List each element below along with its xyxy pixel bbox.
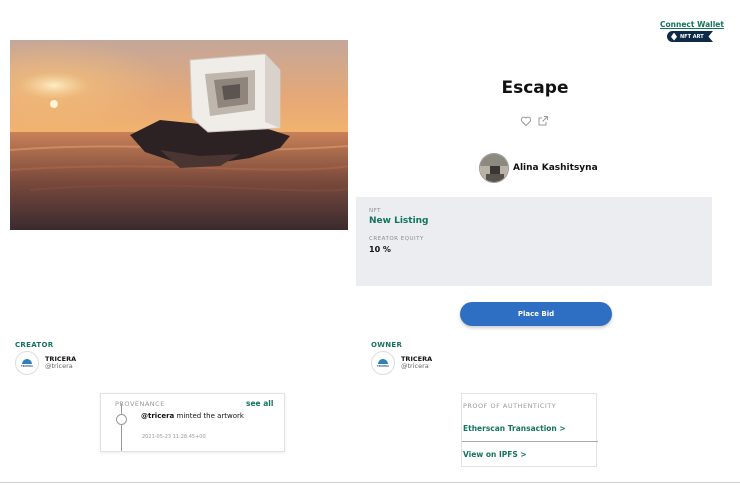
artist-avatar[interactable] <box>479 153 509 183</box>
heart-icon[interactable] <box>520 112 532 127</box>
owner-handle: @tricera <box>401 362 429 370</box>
creator-label: CREATOR <box>15 341 54 349</box>
connect-wallet-link[interactable]: Connect Wallet <box>660 20 724 29</box>
nft-art-badge-label: NFT ART <box>680 33 704 40</box>
artist-name[interactable]: Alina Kashitsyna <box>513 163 598 173</box>
creator-handle: @tricera <box>45 362 73 370</box>
owner-logo-text: TRICERA <box>377 364 389 368</box>
timeline-dot-icon <box>116 414 127 425</box>
nft-art-badge: NFT ART <box>667 31 713 42</box>
nft-label: NFT <box>369 208 382 214</box>
creator-profile[interactable]: TRICERA TRICERA @tricera <box>15 351 76 375</box>
creator-equity-value: 10 % <box>369 245 391 254</box>
creator-logo: TRICERA <box>15 351 39 375</box>
artwork-title: Escape <box>501 78 569 98</box>
creator-logo-text: TRICERA <box>21 364 33 368</box>
footer-divider <box>0 482 740 483</box>
provenance-event-user[interactable]: @tricera <box>141 412 174 420</box>
see-all-link[interactable]: see all <box>246 399 273 408</box>
provenance-header: PROVENANCE <box>115 400 165 408</box>
proof-divider <box>462 441 598 442</box>
ipfs-link[interactable]: View on IPFS > <box>463 450 527 459</box>
owner-profile[interactable]: TRICERA TRICERA @tricera <box>371 351 432 375</box>
proof-header: PROOF OF AUTHENTICITY <box>463 402 557 410</box>
timeline-line <box>121 404 122 451</box>
proof-of-authenticity-card: PROOF OF AUTHENTICITY Etherscan Transact… <box>461 393 598 467</box>
share-icon[interactable] <box>537 112 549 126</box>
nft-status: New Listing <box>369 216 429 226</box>
owner-logo: TRICERA <box>371 351 395 375</box>
listing-info-panel: NFT New Listing CREATOR EQUITY 10 % <box>356 197 712 286</box>
artwork-image <box>10 40 348 230</box>
place-bid-button[interactable]: Place Bid <box>460 302 612 326</box>
provenance-timestamp: 2021-05-23 11:28:45+00 <box>142 434 206 440</box>
ethereum-icon <box>671 32 677 41</box>
owner-label: OWNER <box>371 341 403 349</box>
provenance-event-text: minted the artwork <box>174 412 245 420</box>
creator-equity-label: CREATOR EQUITY <box>369 236 424 242</box>
provenance-event: @tricera minted the artwork <box>141 412 261 422</box>
provenance-card: PROVENANCE see all @tricera minted the a… <box>100 393 285 452</box>
etherscan-link[interactable]: Etherscan Transaction > <box>463 424 566 433</box>
